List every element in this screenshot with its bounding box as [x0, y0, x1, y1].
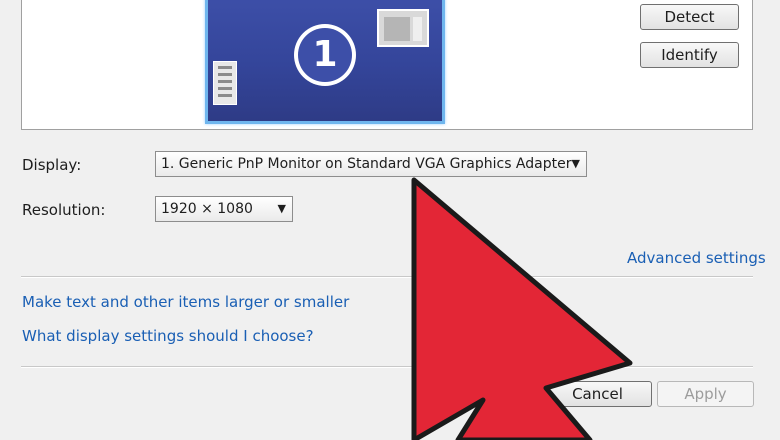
red-arrow-pointer-icon	[411, 177, 633, 440]
